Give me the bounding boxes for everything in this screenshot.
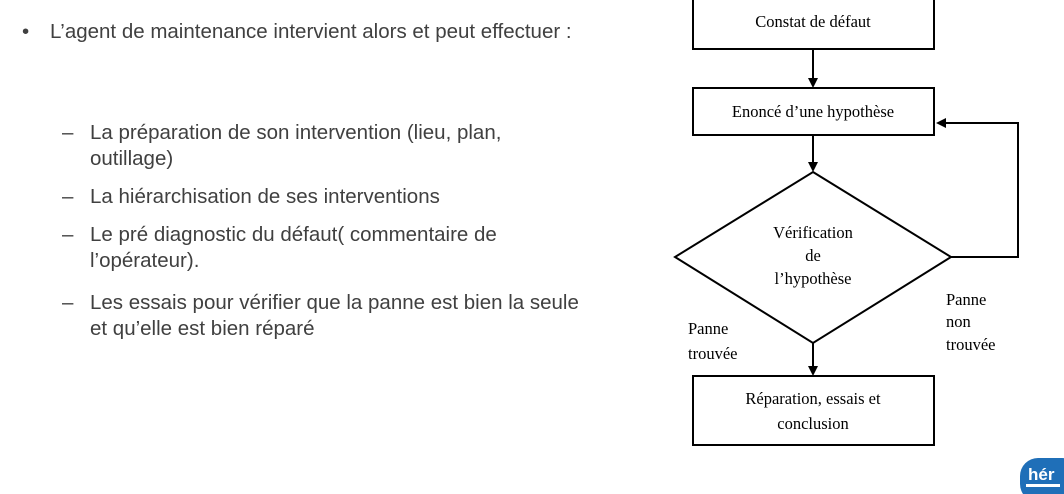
flowchart: Constat de défaut Enoncé d’une hypothèse…	[640, 0, 1064, 494]
label-not-found-line3: trouvée	[946, 335, 995, 354]
sub-item-text: Les essais pour vérifier que la panne es…	[90, 291, 579, 340]
slide-text-column: • L’agent de maintenance intervient alor…	[0, 0, 620, 494]
bullet-text: L’agent de maintenance intervient alors …	[50, 20, 572, 43]
dash-marker: –	[62, 185, 74, 208]
label-found-line2: trouvée	[688, 344, 737, 363]
decision-label-line1: Vérification	[773, 223, 853, 242]
bullet-dot: •	[22, 20, 30, 43]
label-not-found-line1: Panne	[946, 290, 986, 309]
label-not-found-line2: non	[946, 312, 971, 331]
dash-marker: –	[62, 121, 74, 144]
dash-marker: –	[62, 223, 74, 246]
logo: hér	[1020, 458, 1064, 494]
sub-item-text: Le pré diagnostic du défaut( commentaire…	[90, 223, 497, 272]
box-reparation	[692, 375, 935, 446]
flowchart-canvas: Constat de défaut Enoncé d’une hypothèse…	[673, 0, 1019, 446]
label-found-line1: Panne	[688, 319, 728, 338]
arrow-loop-back	[936, 118, 1019, 258]
decision-label-line3: l’hypothèse	[775, 269, 852, 288]
box-enonce-label: Enoncé d’une hypothèse	[732, 102, 894, 121]
logo-text: hér	[1028, 465, 1055, 484]
box-reparation-line1: Réparation, essais et	[745, 389, 881, 408]
sub-item-text: La préparation de son intervention (lieu…	[90, 121, 502, 170]
decision-label-line2: de	[805, 246, 821, 265]
sub-item-text: La hiérarchisation de ses interventions	[90, 185, 440, 208]
dash-marker: –	[62, 291, 74, 314]
box-constat-label: Constat de défaut	[755, 12, 871, 31]
box-reparation-line2: conclusion	[777, 414, 849, 433]
logo-mark: hér	[1020, 458, 1064, 494]
